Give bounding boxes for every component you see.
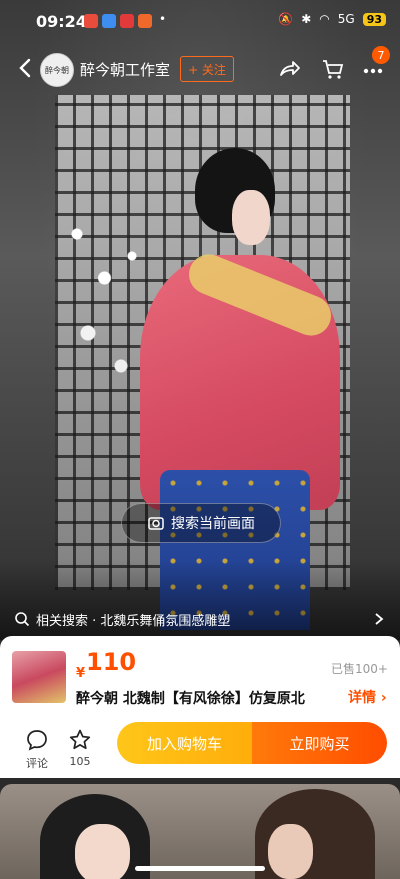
product-video-frame[interactable] — [0, 0, 400, 640]
buy-now-button[interactable]: 立即购买 — [252, 722, 387, 764]
sold-count: 已售100+ — [331, 662, 388, 676]
figure-face — [232, 190, 270, 245]
app-icon — [102, 14, 116, 28]
taobao-icon — [138, 14, 152, 28]
details-link[interactable]: 详情 › — [348, 687, 387, 707]
bluetooth-icon: ✱ — [301, 12, 312, 26]
comment-icon — [27, 730, 47, 751]
app-icon — [120, 14, 134, 28]
comment-label: 评论 — [26, 757, 48, 770]
chevron-right-icon — [375, 613, 384, 625]
notification-badge: 7 — [372, 46, 390, 64]
favorite-count: 105 — [69, 755, 91, 768]
battery-indicator: 93 — [362, 12, 386, 26]
network-type: 5G — [337, 12, 355, 26]
mute-icon: 🔕 — [278, 12, 294, 26]
search-frame-button[interactable]: 搜索当前画面 — [121, 503, 281, 543]
top-nav: 醉今朝 醉今朝工作室 + 关注 7 — [0, 44, 400, 94]
chevron-right-icon: › — [376, 690, 387, 706]
product-thumbnail[interactable] — [12, 651, 66, 703]
weibo-icon — [84, 14, 98, 28]
favorite-button[interactable]: 105 — [60, 728, 100, 768]
status-indicators: 🔕 ✱ ◠ 5G 93 — [278, 12, 386, 26]
shop-name[interactable]: 醉今朝工作室 — [80, 59, 170, 80]
related-search-bar[interactable]: 相关搜索 · 北魏乐舞俑氛围感雕塑 — [0, 604, 400, 634]
home-indicator[interactable] — [135, 866, 265, 871]
search-icon — [15, 612, 30, 627]
camera-search-icon — [148, 517, 164, 530]
avatar-text: 醉今朝 — [45, 65, 69, 75]
price: 110 — [86, 648, 137, 676]
star-icon — [69, 729, 91, 750]
cart-icon[interactable] — [320, 56, 346, 82]
wifi-icon: ◠ — [319, 12, 330, 26]
status-bar: 09:24 • 🔕 ✱ ◠ 5G 93 — [0, 0, 400, 44]
shop-avatar[interactable]: 醉今朝 — [40, 53, 74, 87]
clock: 09:24 — [36, 12, 87, 31]
currency-symbol: ¥ — [76, 666, 86, 681]
comment-button[interactable]: 评论 — [17, 728, 57, 771]
person-face — [268, 824, 313, 879]
product-title[interactable]: 醉今朝 北魏制【有风徐徐】仿复原北 — [76, 688, 338, 708]
more-notifications-icon: • — [159, 12, 167, 26]
related-search-text: 相关搜索 · 北魏乐舞俑氛围感雕塑 — [36, 613, 231, 629]
share-icon[interactable] — [277, 56, 303, 82]
search-frame-label: 搜索当前画面 — [171, 516, 255, 532]
add-to-cart-button[interactable]: 加入购物车 — [117, 722, 252, 764]
details-label: 详情 — [348, 690, 376, 706]
next-feed-card[interactable] — [0, 784, 400, 879]
back-icon[interactable] — [14, 56, 38, 80]
product-sheet: ¥ 110 已售100+ 醉今朝 北魏制【有风徐徐】仿复原北 详情 › 评论 1… — [0, 636, 400, 778]
follow-button[interactable]: + 关注 — [180, 56, 234, 82]
person-face — [75, 824, 130, 879]
